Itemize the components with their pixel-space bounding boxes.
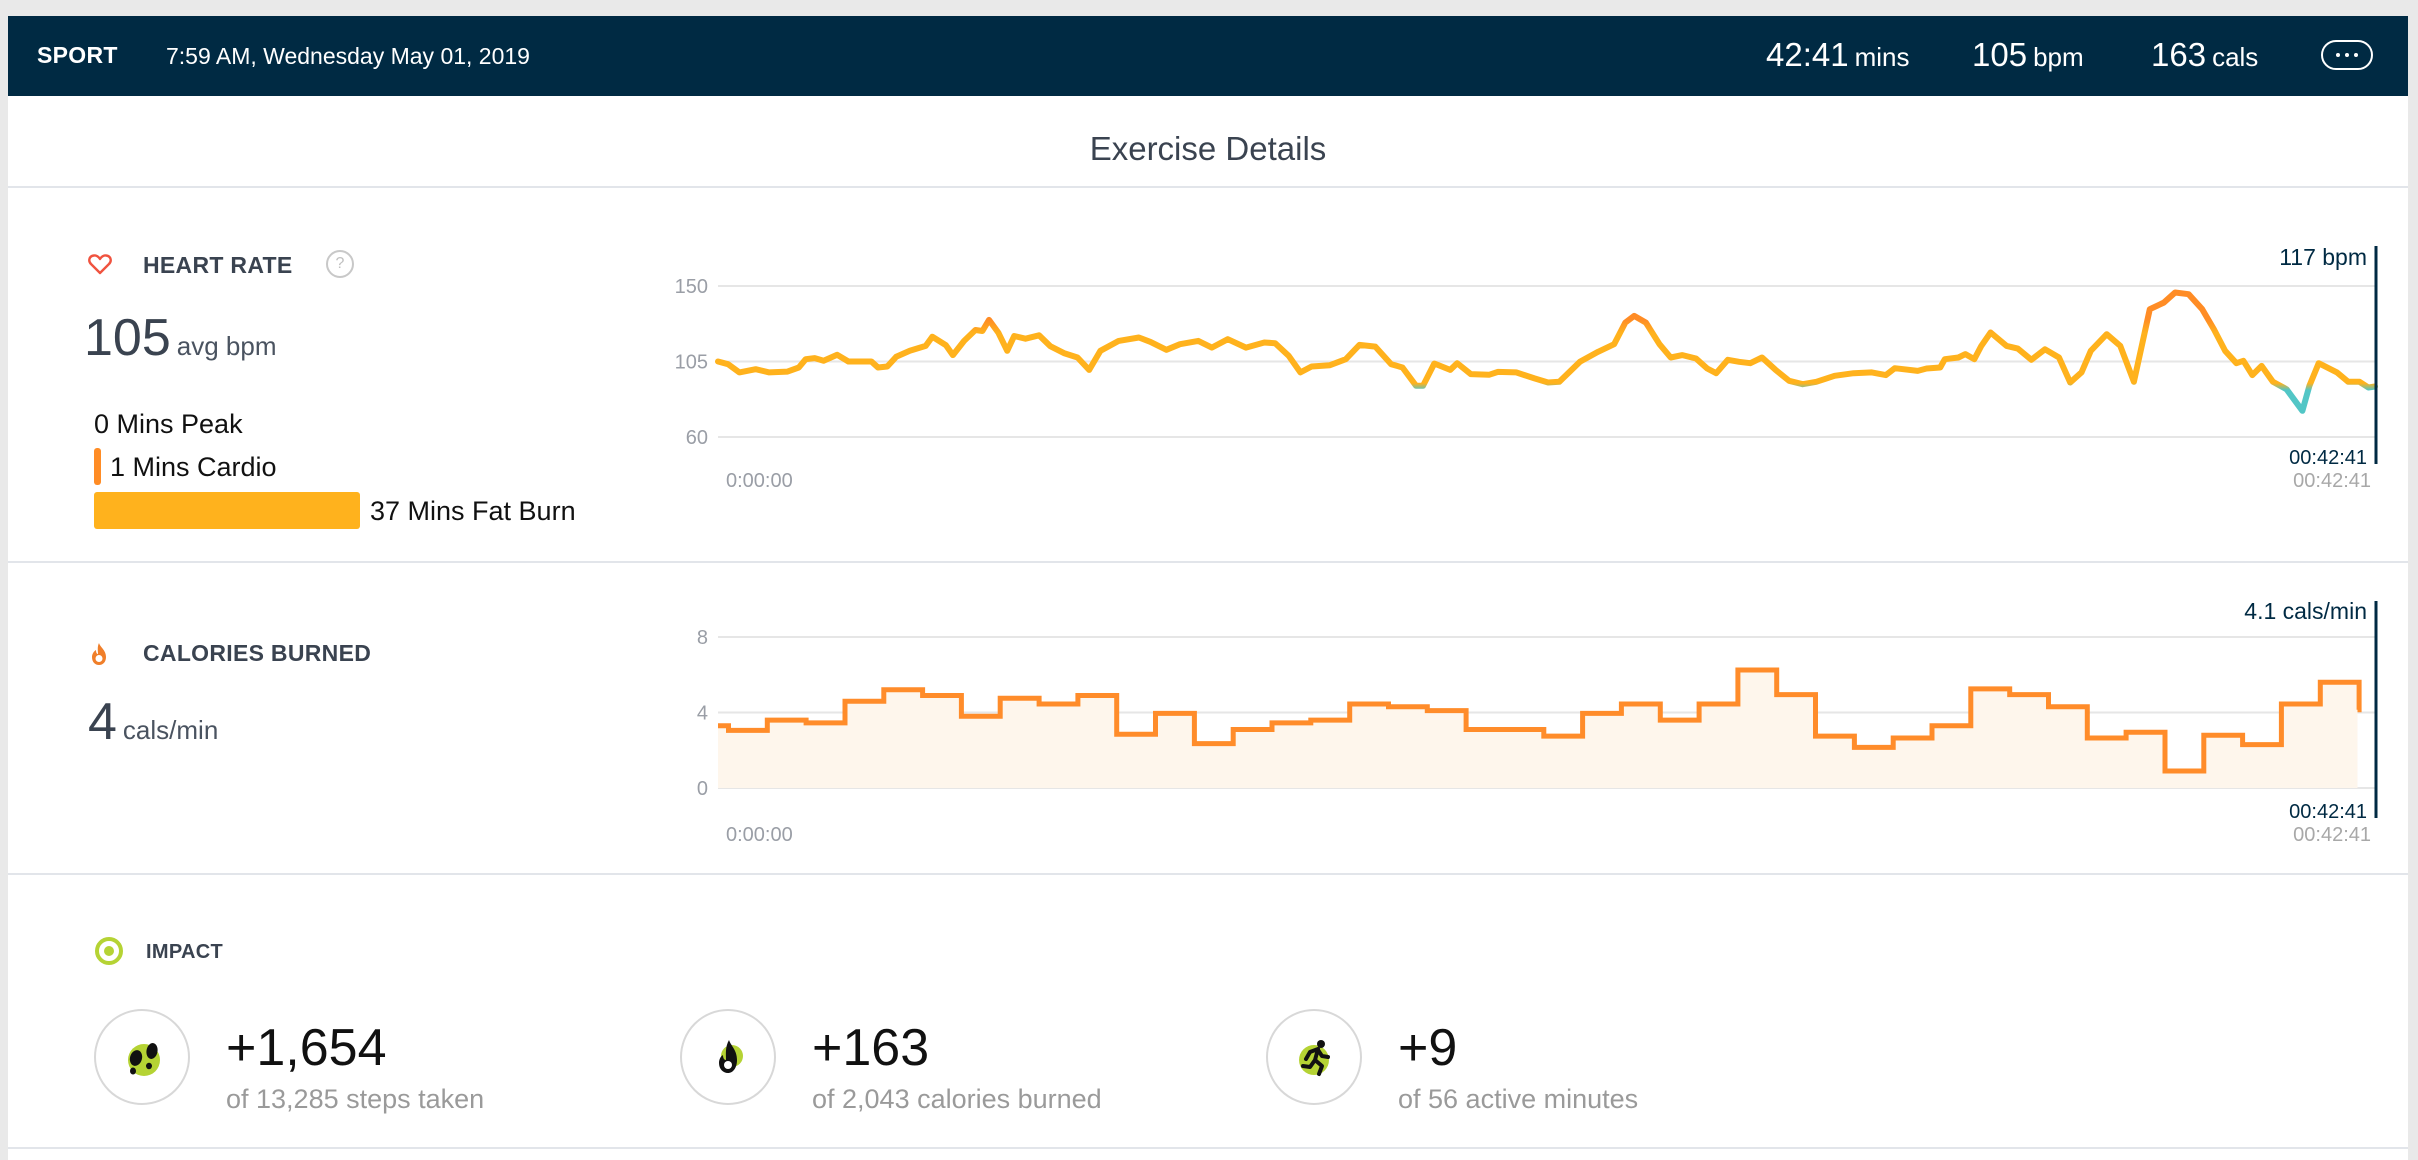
impact-steps-sub: of 13,285 steps taken: [226, 1084, 485, 1114]
y-tick-label: 150: [675, 276, 708, 298]
calories-value: 163: [2151, 36, 2207, 73]
y-tick-label: 0: [697, 778, 708, 800]
ellipsis-icon: [2336, 53, 2358, 57]
duration-unit: mins: [1854, 42, 1910, 72]
heart-rate-label: HEART RATE: [143, 252, 293, 278]
calories-cursor-value: 4.1 cals/min: [2244, 598, 2367, 624]
heart-rate-value: 105: [1972, 36, 2028, 73]
y-tick-label: 8: [697, 627, 708, 649]
impact-calories-sub: of 2,043 calories burned: [812, 1084, 1102, 1114]
heart-rate-stat: 105 bpm: [1972, 36, 2084, 74]
avg-calories-value: 4: [88, 693, 117, 751]
divider: [8, 561, 2408, 563]
page-title: Exercise Details: [1089, 130, 1327, 167]
duration-value: 42:41: [1766, 36, 1849, 73]
flame-icon: [719, 1040, 743, 1073]
zone-peak-label: 0 Mins Peak: [94, 409, 243, 439]
impact-steps-value: +1,654: [226, 1019, 387, 1077]
x-axis-end-label: 00:42:41: [2293, 824, 2371, 846]
duration-stat: 42:41 mins: [1766, 36, 1910, 74]
exercise-details-page: SPORT 7:59 AM, Wednesday May 01, 2019 42…: [8, 16, 2408, 1160]
y-tick-label: 60: [686, 427, 708, 449]
divider: [8, 873, 2408, 875]
divider: [8, 1147, 2408, 1149]
flame-icon: [92, 643, 106, 665]
impact-active-value: +9: [1398, 1019, 1458, 1077]
runner-icon: [1299, 1040, 1330, 1076]
x-axis-start-label: 0:00:00: [726, 470, 793, 492]
exercise-header-bar: SPORT 7:59 AM, Wednesday May 01, 2019 42…: [8, 16, 2408, 96]
zone-fat-burn-label: 37 Mins Fat Burn: [370, 496, 576, 526]
zone-cardio-bar: [94, 448, 101, 485]
x-axis-start-label: 0:00:00: [726, 824, 793, 846]
heart-rate-cursor-value: 117 bpm: [2279, 244, 2367, 270]
exercise-datetime: 7:59 AM, Wednesday May 01, 2019: [166, 43, 530, 69]
calories-cursor-time: 00:42:41: [2289, 801, 2367, 823]
avg-heart-rate: 105 avg bpm: [84, 308, 277, 368]
footprints-icon: [128, 1043, 160, 1076]
impact-active-sub: of 56 active minutes: [1398, 1084, 1639, 1114]
activity-type: SPORT: [37, 42, 118, 68]
calories-chart[interactable]: 0 4 8 4.1 cals/min 00:42:41 0:00:00 00:42:…: [648, 576, 2408, 866]
avg-calories-unit: cals/min: [122, 715, 219, 745]
heart-rate-series-line: [715, 289, 2378, 414]
impact-label: IMPACT: [146, 941, 223, 963]
divider: [8, 186, 2408, 188]
avg-calories: 4 cals/min: [88, 692, 218, 752]
y-tick-label: 4: [697, 703, 708, 725]
y-tick-label: 105: [675, 352, 708, 374]
x-axis-end-label: 00:42:41: [2293, 470, 2371, 492]
zone-fat-burn-bar: [94, 492, 360, 529]
impact-calories-value: +163: [812, 1019, 930, 1077]
avg-heart-rate-unit: avg bpm: [176, 331, 277, 361]
heart-icon: [88, 254, 112, 275]
heart-rate-cursor-time: 00:42:41: [2289, 447, 2367, 469]
calories-stat: 163 cals: [2151, 36, 2258, 74]
heart-rate-unit: bpm: [2033, 42, 2084, 72]
heart-rate-chart[interactable]: 60 105 150 117 bpm 00:42:41 0:00:00 00:42:…: [648, 216, 2408, 506]
help-icon[interactable]: ?: [326, 250, 354, 278]
more-options-button[interactable]: [2321, 40, 2373, 70]
calories-unit: cals: [2212, 42, 2259, 72]
zone-cardio-label: 1 Mins Cardio: [110, 452, 277, 482]
target-icon: [95, 937, 123, 965]
avg-heart-rate-value: 105: [84, 309, 171, 367]
calories-label: CALORIES BURNED: [143, 640, 372, 666]
